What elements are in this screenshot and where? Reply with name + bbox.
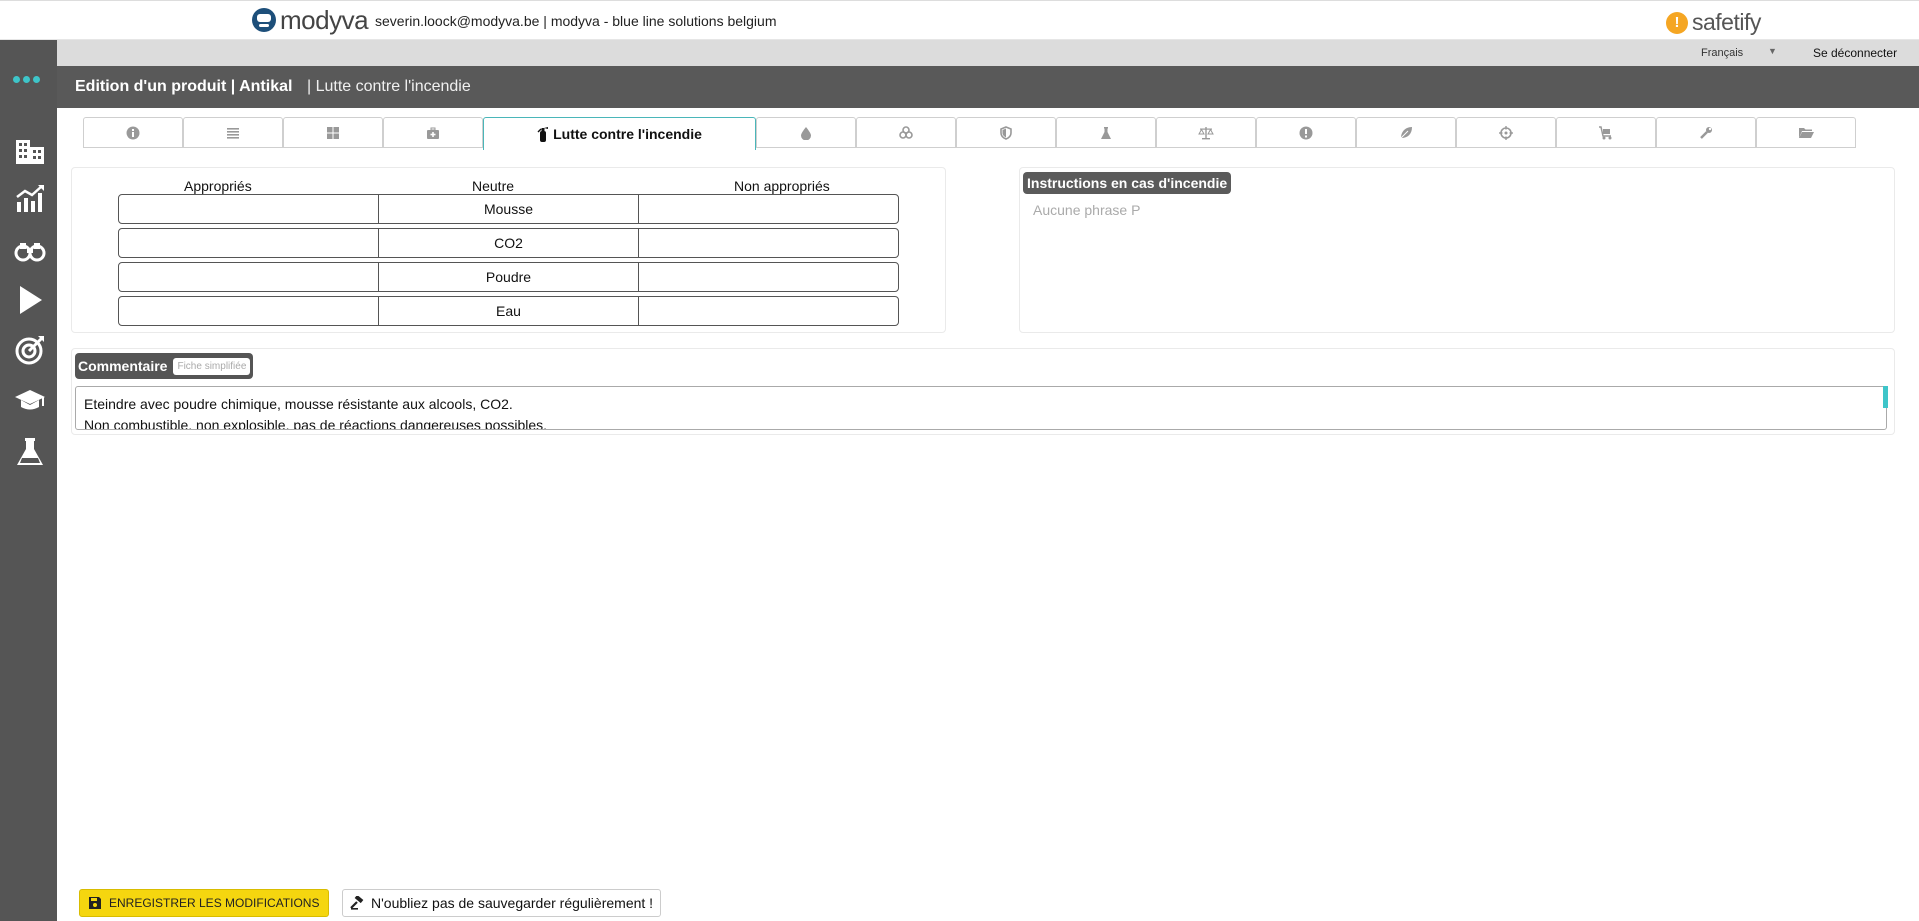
gavel-icon [350, 896, 364, 910]
tab-fire-fighting[interactable]: Lutte contre l'incendie [483, 117, 756, 150]
tab-first-aid[interactable] [383, 117, 483, 148]
sidebar [0, 40, 57, 921]
language-bar: Français ▼ Se déconnecter [57, 40, 1919, 66]
fire-extinguisher-icon [537, 127, 549, 142]
column-header-neutral: Neutre [472, 178, 515, 194]
title-bar: Edition d'un produit | Antikal | Lutte c… [57, 66, 1919, 108]
comment-line: Eteindre avec poudre chimique, mousse ré… [84, 396, 513, 412]
neutral-cell[interactable]: Poudre [379, 263, 639, 291]
tab-lab[interactable] [1056, 117, 1156, 148]
media-row: Poudre [118, 262, 899, 292]
top-bar: modyva severin.loock@modyva.be | modyva … [0, 0, 1919, 40]
first-aid-kit-icon [427, 127, 439, 139]
comment-line: Non combustible, non explosible, pas de … [84, 417, 548, 430]
safetify-logo: ! safetify [1666, 9, 1761, 36]
scales-icon [1198, 126, 1214, 139]
chevron-down-icon[interactable]: ▼ [1768, 46, 1777, 56]
flask-icon[interactable] [14, 436, 46, 468]
tab-protection[interactable] [956, 117, 1056, 148]
tab-physical[interactable] [756, 117, 856, 148]
inappropriate-cell[interactable] [639, 229, 898, 257]
play-icon[interactable] [14, 284, 46, 316]
exclamation-icon [1299, 126, 1313, 139]
tab-grid[interactable] [283, 117, 383, 148]
graduation-cap-icon[interactable] [14, 384, 46, 416]
no-p-phrase-text: Aucune phrase P [1033, 202, 1141, 218]
tab-info[interactable] [83, 117, 183, 148]
tab-regulation[interactable] [1156, 117, 1256, 148]
crosshair-icon [1499, 125, 1513, 140]
modyva-logo-text: modyva [280, 5, 369, 35]
safetify-icon: ! [1666, 11, 1688, 34]
neutral-cell[interactable]: Mousse [379, 195, 639, 223]
flask-icon [1101, 126, 1111, 139]
menu-dots-icon[interactable] [13, 76, 40, 83]
tab-warnings[interactable] [1256, 117, 1356, 148]
tab-fire-fighting-label: Lutte contre l'incendie [553, 126, 702, 142]
page-title: Edition d'un produit | Antikal [75, 78, 293, 95]
inappropriate-cell[interactable] [639, 297, 898, 325]
modyva-logo[interactable]: modyva [252, 5, 369, 35]
logout-link[interactable]: Se déconnecter [1813, 46, 1897, 60]
column-header-inappropriate: Non appropriés [734, 178, 830, 194]
fire-instructions-title: Instructions en cas d'incendie [1023, 172, 1232, 194]
comment-textarea[interactable]: Eteindre avec poudre chimique, mousse ré… [75, 386, 1887, 430]
drop-icon [801, 126, 811, 140]
appropriate-cell[interactable] [119, 297, 379, 325]
leaf-icon [1400, 126, 1412, 138]
extinguishing-media-panel: Appropriés Neutre Non appropriés Mousse … [71, 167, 946, 333]
tab-environment[interactable] [1356, 117, 1456, 148]
neutral-cell[interactable]: CO2 [379, 229, 639, 257]
biohazard-icon [899, 125, 913, 139]
fire-instructions-panel: Instructions en cas d'incendie Aucune ph… [1019, 167, 1895, 333]
media-row: Eau [118, 296, 899, 326]
cart-icon [1599, 125, 1612, 139]
tab-tools[interactable] [1656, 117, 1756, 148]
section-tabs: Lutte contre l'incendie [83, 117, 1856, 150]
save-button[interactable]: ENREGISTRER LES MODIFICATIONS [79, 889, 330, 917]
user-info: severin.loock@modyva.be | modyva - blue … [375, 13, 777, 29]
modyva-logo-icon [252, 8, 276, 32]
safetify-text: safetify [1692, 9, 1761, 35]
save-button-label: ENREGISTRER LES MODIFICATIONS [109, 896, 320, 910]
neutral-cell[interactable]: Eau [379, 297, 639, 325]
appropriate-cell[interactable] [119, 263, 379, 291]
tab-transport[interactable] [1556, 117, 1656, 148]
appropriate-cell[interactable] [119, 229, 379, 257]
column-header-appropriate: Appropriés [184, 178, 252, 194]
comment-label: Commentaire [78, 358, 168, 374]
media-row: Mousse [118, 194, 899, 224]
info-icon [126, 126, 140, 139]
page-subtitle: | Lutte contre l'incendie [307, 78, 471, 95]
wrench-icon [1700, 126, 1712, 139]
folder-icon [1799, 128, 1814, 138]
shield-icon [1000, 125, 1012, 140]
target-icon[interactable] [14, 334, 46, 366]
save-reminder: N'oubliez pas de sauvegarder régulièreme… [342, 889, 662, 917]
tab-documents[interactable] [1756, 117, 1856, 148]
comment-header: Commentaire Fiche simplifiée [75, 353, 254, 379]
tab-exposure[interactable] [1456, 117, 1556, 148]
chart-icon[interactable] [14, 182, 46, 214]
floppy-disk-icon [89, 897, 101, 909]
buildings-icon[interactable] [14, 134, 46, 166]
comment-scrollbar[interactable] [1883, 386, 1888, 408]
list-icon [227, 127, 239, 139]
inappropriate-cell[interactable] [639, 195, 898, 223]
grid-icon [327, 126, 339, 139]
language-select[interactable]: Français [1701, 47, 1743, 59]
simplified-sheet-toggle[interactable]: Fiche simplifiée [173, 357, 251, 375]
appropriate-cell[interactable] [119, 195, 379, 223]
tab-list[interactable] [183, 117, 283, 148]
binoculars-icon[interactable] [14, 234, 46, 266]
save-reminder-text: N'oubliez pas de sauvegarder régulièreme… [371, 895, 654, 911]
media-row: CO2 [118, 228, 899, 258]
inappropriate-cell[interactable] [639, 263, 898, 291]
tab-hazards[interactable] [856, 117, 956, 148]
